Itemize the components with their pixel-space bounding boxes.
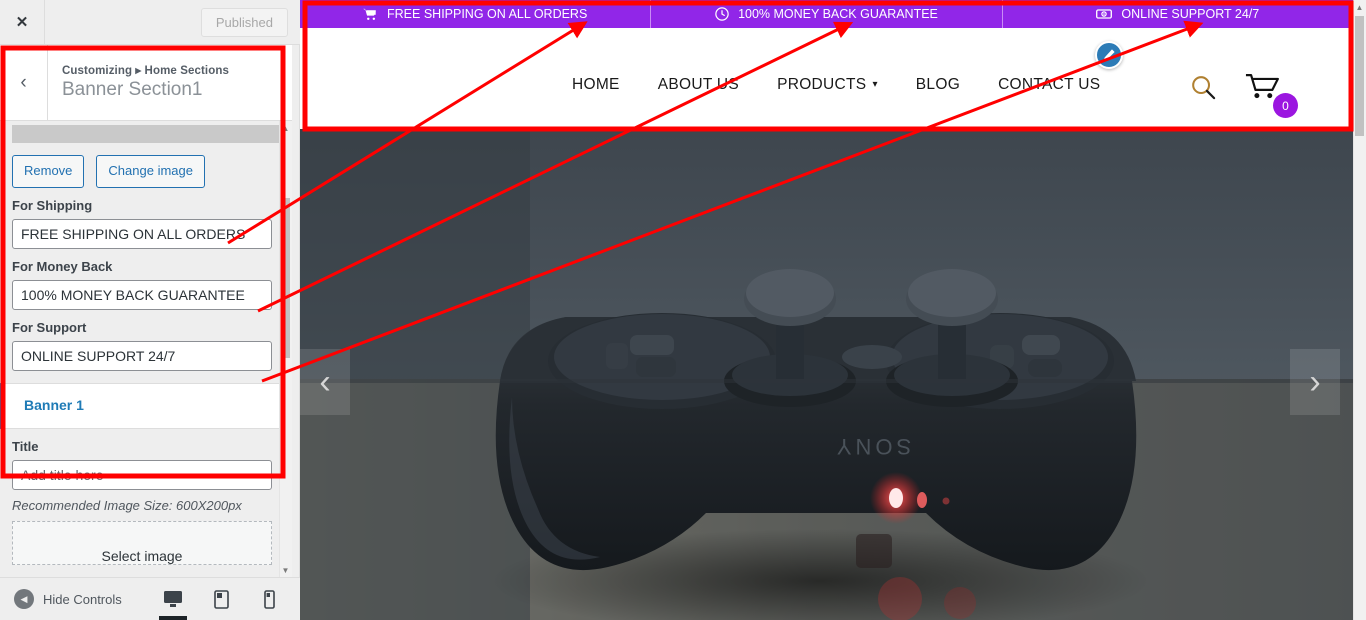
nav-label-home: HOME <box>572 75 620 93</box>
select-image-label: Select image <box>101 547 183 564</box>
hide-controls-label: Hide Controls <box>43 591 122 607</box>
promo-text-support: ONLINE SUPPORT 24/7 <box>1121 7 1260 21</box>
published-button[interactable]: Published <box>200 7 288 37</box>
promo-item-shipping[interactable]: FREE SHIPPING ON ALL ORDERS <box>300 0 652 28</box>
nav-item-about-us[interactable]: ABOUT US <box>658 76 739 94</box>
input-for-money-back[interactable] <box>12 279 272 310</box>
close-icon[interactable]: ✕ <box>0 0 45 44</box>
nav-item-products[interactable]: PRODUCTS ▾ <box>777 76 878 94</box>
recommended-size-hint: Recommended Image Size: 600X200px <box>12 497 242 513</box>
screen: ✕ Published ‹ Customizing ▸ Home Section… <box>0 0 1366 620</box>
mobile-preview-icon[interactable] <box>256 584 282 614</box>
image-thumbnail <box>12 125 280 143</box>
customizer-topbar: ✕ Published <box>0 0 300 45</box>
panel-header: ‹ Customizing ▸ Home Sections Banner Sec… <box>0 45 292 121</box>
sidebar-scroll-down-arrow[interactable]: ▼ <box>279 563 292 577</box>
nav-item-home[interactable]: HOME <box>572 76 620 94</box>
panel-titles: Customizing ▸ Home Sections Banner Secti… <box>48 63 229 102</box>
headset-icon <box>1096 8 1113 20</box>
preview-scroll-up-arrow[interactable]: ▲ <box>1353 0 1366 14</box>
customizer-footer: ◀ Hide Controls <box>0 577 300 620</box>
nav-utilities: 0 <box>1190 72 1298 118</box>
field-for-shipping: For Shipping <box>0 188 292 249</box>
hero-image-gamepad: SONY <box>300 129 1353 620</box>
nav-item-contact-us[interactable]: CONTACT US <box>998 76 1100 94</box>
clock-icon <box>715 7 729 21</box>
chevron-down-icon: ▾ <box>872 79 878 90</box>
svg-text:SONY: SONY <box>833 434 911 459</box>
desktop-preview-icon[interactable] <box>159 584 187 620</box>
label-for-support: For Support <box>12 319 87 335</box>
slider-next-arrow[interactable]: › <box>1290 349 1340 415</box>
customizer-sidebar: ✕ Published ‹ Customizing ▸ Home Section… <box>0 0 300 620</box>
label-title: Title <box>12 438 39 454</box>
page-title: Banner Section1 <box>62 79 203 101</box>
edit-pencil-icon[interactable] <box>1095 41 1123 69</box>
nav-label-products: PRODUCTS <box>777 75 867 93</box>
hide-controls-button[interactable]: ◀ Hide Controls <box>0 589 122 609</box>
field-title: Title <box>0 429 292 490</box>
panel-body: Remove Change image For Shipping For Mon… <box>0 121 292 577</box>
label-for-money-back: For Money Back <box>12 258 113 274</box>
field-for-support: For Support <box>0 310 292 371</box>
site-preview: FREE SHIPPING ON ALL ORDERS 100% MONEY B… <box>300 0 1366 620</box>
input-for-support[interactable] <box>12 340 272 371</box>
breadcrumb: Customizing ▸ Home Sections <box>62 65 229 78</box>
promo-text-shipping: FREE SHIPPING ON ALL ORDERS <box>387 7 588 21</box>
sidebar-scrollbar-thumb[interactable] <box>281 198 290 358</box>
input-for-shipping[interactable] <box>12 218 272 249</box>
nav-label-blog: BLOG <box>915 75 961 93</box>
shopping-cart-icon <box>363 8 378 21</box>
label-for-shipping: For Shipping <box>12 197 93 213</box>
cart-button[interactable]: 0 <box>1245 72 1298 118</box>
image-actions: Remove Change image <box>0 143 292 188</box>
promo-item-support[interactable]: ONLINE SUPPORT 24/7 <box>1003 0 1353 28</box>
accordion-item-label: Banner 1 <box>24 396 84 413</box>
slider-prev-arrow[interactable]: ‹ <box>300 349 350 415</box>
back-chevron-icon[interactable]: ‹ <box>0 45 48 120</box>
tablet-preview-icon[interactable] <box>208 584 234 614</box>
nav-item-blog[interactable]: BLOG <box>916 76 960 94</box>
device-preview-group <box>159 584 300 620</box>
search-icon[interactable] <box>1190 74 1217 106</box>
change-image-button[interactable]: Change image <box>96 155 205 188</box>
promo-item-money-back[interactable]: 100% MONEY BACK GUARANTEE <box>651 0 1003 28</box>
hero-slider: SONY ‹ › <box>300 129 1353 620</box>
promo-topbar: FREE SHIPPING ON ALL ORDERS 100% MONEY B… <box>300 0 1353 28</box>
nav-label-contact-us: CONTACT US <box>998 75 1101 93</box>
remove-button[interactable]: Remove <box>12 155 85 188</box>
nav-label-about-us: ABOUT US <box>657 75 740 93</box>
select-image-dropzone[interactable]: Select image <box>12 520 272 565</box>
input-title[interactable] <box>12 459 272 490</box>
accordion-item-banner-1[interactable]: Banner 1 <box>0 382 292 429</box>
hide-controls-icon: ◀ <box>14 589 34 609</box>
preview-scrollbar-thumb[interactable] <box>1355 16 1364 136</box>
sidebar-scroll-up-arrow[interactable]: ▲ <box>279 121 292 135</box>
site-navbar: HOME ABOUT US PRODUCTS ▾ BLOG CONTACT US <box>300 28 1353 129</box>
field-for-money-back: For Money Back <box>0 249 292 310</box>
promo-text-money-back: 100% MONEY BACK GUARANTEE <box>738 7 938 21</box>
main-nav: HOME ABOUT US PRODUCTS ▾ BLOG CONTACT US <box>572 76 1100 94</box>
cart-count-badge: 0 <box>1273 93 1298 118</box>
